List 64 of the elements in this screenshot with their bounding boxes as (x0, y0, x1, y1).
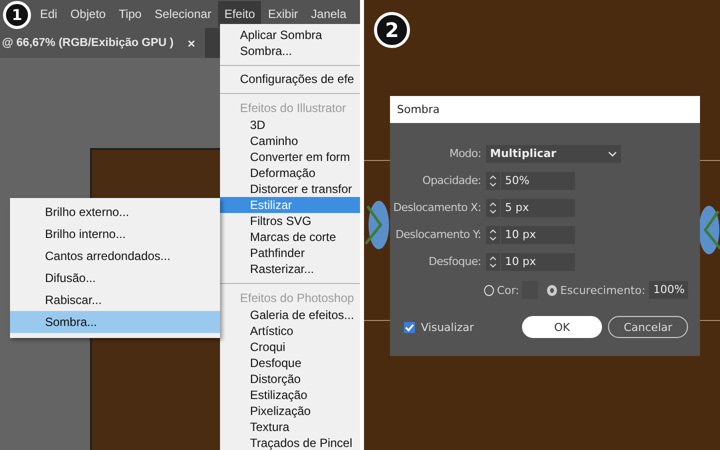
field-label: Opacidade: (421, 174, 482, 187)
option-label: Cor: (496, 284, 520, 296)
menu-item[interactable]: 3D (220, 117, 360, 133)
menu-item[interactable]: Converter em form (220, 149, 360, 165)
cancel-button[interactable]: Cancelar (608, 316, 688, 338)
menu-item[interactable]: Brilho externo... (10, 201, 220, 223)
input-field[interactable]: 5 px (501, 198, 575, 216)
menu-item[interactable]: Configurações de efe (220, 71, 360, 87)
ok-button[interactable]: OK (522, 316, 602, 338)
menu-heading: Efeitos do Photoshop (239, 290, 356, 307)
menu-item[interactable]: Caminho (220, 133, 360, 149)
close-icon[interactable]: × (188, 36, 196, 50)
menu-item[interactable]: Rabiscar... (10, 289, 220, 311)
menu-item[interactable]: Estilização (220, 387, 360, 403)
field-label: Modo: (448, 147, 482, 160)
field-label: Deslocamento Y: (394, 228, 482, 241)
menu-bar-item[interactable]: Objeto (64, 1, 112, 27)
menu-item[interactable]: Croqui (220, 339, 360, 355)
input-field[interactable]: 10 px (501, 226, 575, 244)
dialog-title: Sombra (390, 96, 700, 123)
stepper-icon[interactable] (486, 252, 500, 270)
menu-bar-item[interactable]: Exibir (262, 1, 304, 27)
menu-item[interactable]: Marcas de corte (220, 229, 360, 245)
menu-item[interactable]: Cantos arredondados... (10, 245, 220, 267)
menu-item[interactable]: Artístico (220, 323, 360, 339)
menu-item[interactable]: Rasterizar... (220, 261, 360, 277)
menu-item[interactable]: Aplicar Sombra (220, 27, 360, 43)
radio-button[interactable] (546, 284, 558, 296)
option-label: Escurecimento: (560, 284, 646, 296)
menu-item[interactable]: Galeria de efeitos... (220, 307, 360, 323)
menu-item[interactable]: Pathfinder (220, 245, 360, 261)
menu-item[interactable]: Sombra... (10, 311, 220, 333)
step-badge: 2 (374, 12, 410, 48)
menu-bar-item[interactable]: Tipo (112, 1, 148, 27)
menu-item[interactable]: Pixelização (220, 403, 360, 419)
input-field[interactable]: 50% (501, 172, 575, 190)
checkbox-label: Visualizar (421, 320, 474, 334)
stepper-icon[interactable] (486, 172, 500, 190)
stepper-icon[interactable] (486, 198, 500, 216)
menu-item[interactable]: Textura (220, 419, 360, 435)
field-label: Desfoque: (428, 255, 482, 268)
menu-heading: Efeitos do Illustrator (239, 100, 348, 117)
radio-button[interactable] (484, 284, 494, 296)
chevron-icon (608, 150, 617, 156)
menu-item[interactable]: Traçados de Pincel (220, 435, 360, 450)
menu-bar-item[interactable]: Edi (34, 1, 64, 27)
menu-bar-item[interactable]: Selecionar (148, 1, 218, 27)
menu-item[interactable]: Difusão... (10, 267, 220, 289)
stepper-icon[interactable] (486, 226, 500, 244)
input-field[interactable]: 10 px (501, 252, 575, 270)
menu-item[interactable]: Filtros SVG (220, 213, 360, 229)
checkbox[interactable] (404, 322, 415, 332)
menu-bar-item[interactable]: Janela (305, 1, 352, 27)
mode-dropdown[interactable]: Multiplicar (486, 144, 621, 162)
menu-item[interactable]: Sombra... (220, 43, 360, 59)
input-field[interactable]: 100% (649, 281, 688, 299)
menu-item[interactable]: Distorção (220, 371, 360, 387)
menu-item[interactable]: Deformação (220, 165, 360, 181)
field-label: Deslocamento X: (392, 201, 482, 214)
menu-item[interactable]: Desfoque (220, 355, 360, 371)
document-title: @ 66,67% (RGB/Exibição GPU ) (2, 37, 174, 49)
menu-item[interactable]: Distorcer e transfor (220, 181, 360, 197)
document-tab[interactable]: @ 66,67% (RGB/Exibição GPU ) × (0, 28, 206, 58)
menu-item[interactable]: Brilho interno... (10, 223, 220, 245)
